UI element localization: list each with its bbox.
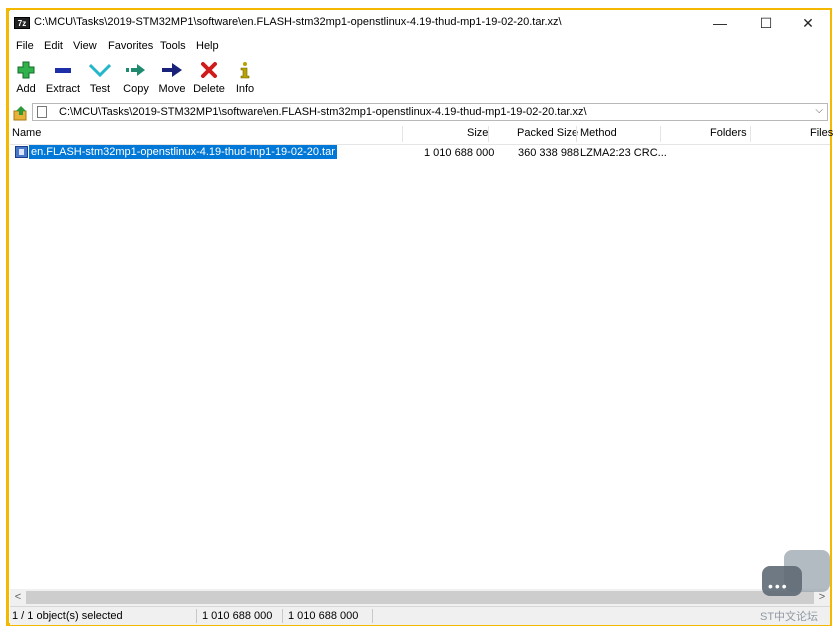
check-chevron-icon [86,60,114,80]
menu-file[interactable]: File [16,40,34,52]
menu-view[interactable]: View [73,40,97,52]
delete-button[interactable]: Delete [192,58,226,102]
7zip-app-icon: 7z [14,17,30,29]
copy-label: Copy [123,83,149,95]
scroll-left-icon[interactable]: < [10,590,26,605]
table-row[interactable]: en.FLASH-stm32mp1-openstlinux-4.19-thud-… [10,144,830,162]
address-path: C:\MCU\Tasks\2019-STM32MP1\software\en.F… [59,106,587,118]
double-arrow-icon [120,60,152,80]
status-bar: 1 / 1 object(s) selected 1 010 688 000 1… [10,606,830,625]
minimize-button[interactable]: — [702,10,738,36]
file-name[interactable]: en.FLASH-stm32mp1-openstlinux-4.19-thud-… [29,145,337,159]
column-divider [750,126,751,142]
maximize-button[interactable]: ☐ [748,10,784,36]
test-button[interactable]: Test [86,58,114,102]
column-files[interactable]: Files [810,127,833,139]
column-name[interactable]: Name [12,127,41,139]
file-packed-size: 360 338 988 [518,147,580,159]
menu-tools[interactable]: Tools [160,40,186,52]
column-header: Name Size Packed Size Method Folders Fil… [10,124,833,145]
column-divider [660,126,661,142]
plus-icon [12,60,40,80]
status-size: 1 010 688 000 [202,610,273,622]
menu-bar: File Edit View Favorites Tools Help [10,38,830,56]
copy-button[interactable]: Copy [120,58,152,102]
column-divider [488,126,489,142]
column-folders[interactable]: Folders [710,127,747,139]
add-label: Add [16,83,36,95]
horizontal-scrollbar[interactable]: < > [10,589,830,606]
toolbar: Add Extract Test Copy Move Delete Info [10,58,830,104]
forum-watermark: ••• ST中文论坛 [756,548,834,626]
status-packed: 1 010 688 000 [288,610,359,622]
column-packed-size[interactable]: Packed Size [517,127,578,139]
address-field[interactable]: C:\MCU\Tasks\2019-STM32MP1\software\en.F… [32,103,828,121]
file-method: LZMA2:23 CRC... [580,147,667,159]
column-divider [402,126,403,142]
add-button[interactable]: Add [12,58,40,102]
column-divider [576,126,577,142]
column-size[interactable]: Size [467,127,488,139]
status-divider [372,609,373,623]
info-icon [232,60,258,80]
x-icon [192,60,226,80]
scrollbar-thumb[interactable] [26,591,814,604]
status-selection: 1 / 1 object(s) selected [12,610,123,622]
address-bar: C:\MCU\Tasks\2019-STM32MP1\software\en.F… [10,102,830,124]
menu-help[interactable]: Help [196,40,219,52]
extract-label: Extract [45,83,81,95]
delete-label: Delete [193,83,225,95]
move-label: Move [158,83,186,95]
folder-up-icon[interactable] [13,105,29,121]
extract-button[interactable]: Extract [44,58,82,102]
menu-edit[interactable]: Edit [44,40,63,52]
info-label: Info [235,83,255,95]
info-button[interactable]: Info [232,58,258,102]
column-method[interactable]: Method [580,127,617,139]
chevron-down-icon[interactable]: ⌵ [815,105,823,116]
menu-favorites[interactable]: Favorites [108,40,153,52]
arrow-right-icon [156,60,188,80]
minus-icon [44,60,82,80]
move-button[interactable]: Move [156,58,188,102]
close-button[interactable]: ✕ [790,10,826,36]
watermark-dots: ••• [768,578,789,594]
test-label: Test [89,83,111,95]
file-size: 1 010 688 000 [424,147,495,159]
title-bar: 7z C:\MCU\Tasks\2019-STM32MP1\software\e… [10,10,830,38]
status-divider [282,609,283,623]
archive-window: 7z C:\MCU\Tasks\2019-STM32MP1\software\e… [10,10,833,625]
status-divider [196,609,197,623]
archive-file-icon [15,146,28,158]
document-icon [37,106,47,118]
watermark-text: ST中文论坛 [760,611,819,623]
window-title: C:\MCU\Tasks\2019-STM32MP1\software\en.F… [34,16,562,28]
